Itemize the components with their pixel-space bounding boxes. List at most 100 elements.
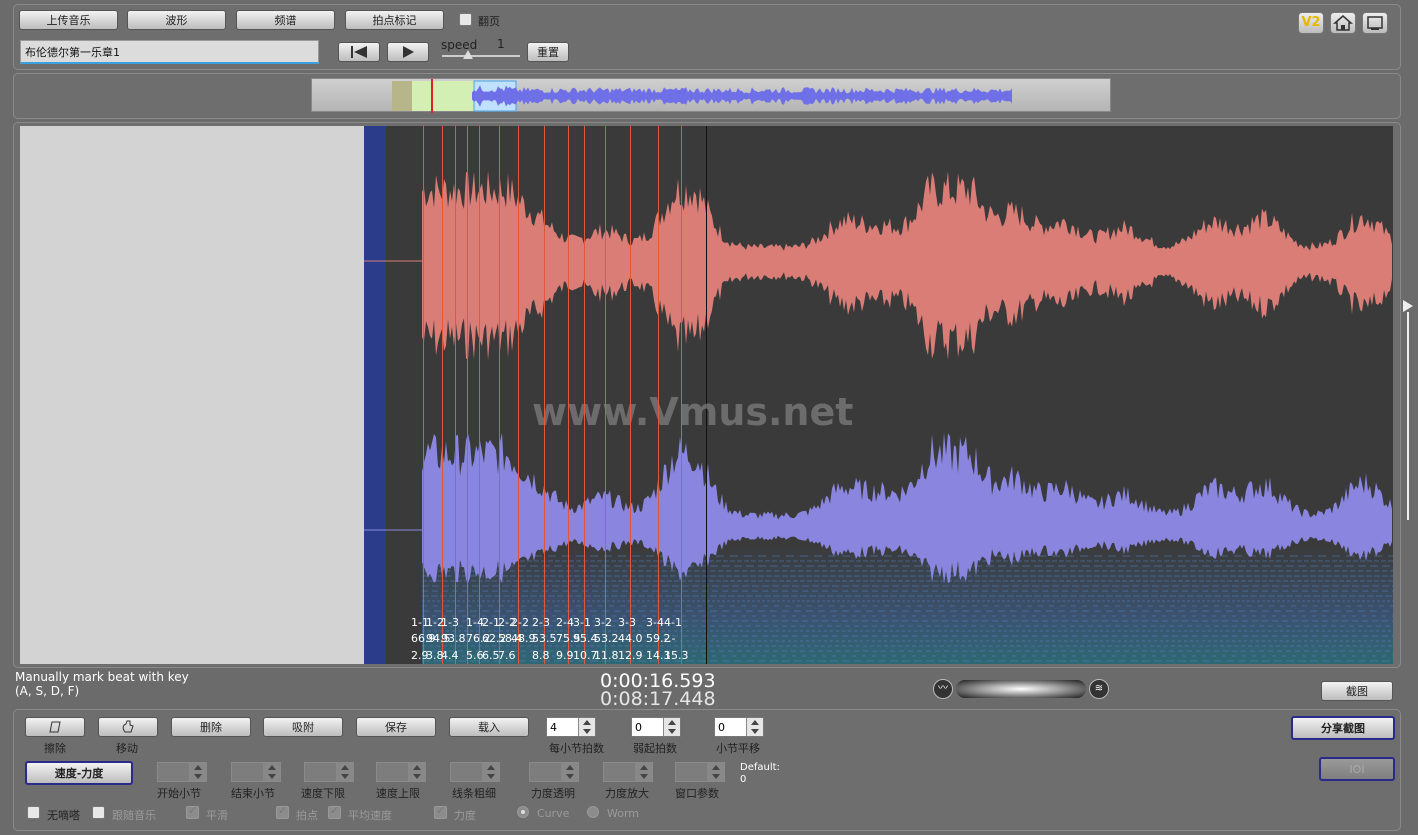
beat-line[interactable] — [658, 126, 659, 664]
beat-label: -.- — [664, 632, 676, 645]
waveform-button[interactable]: 波形 — [127, 10, 226, 30]
beats-per-bar-stepper[interactable]: 4 — [546, 717, 596, 737]
left-blank-area — [20, 126, 364, 664]
beat-label: 15.3 — [664, 649, 689, 662]
save-button[interactable]: 保存 — [356, 717, 436, 737]
load-button[interactable]: 载入 — [449, 717, 529, 737]
watermark: www.Vmus.net — [532, 390, 854, 434]
play-icon — [403, 46, 414, 58]
avg-tempo-checkbox[interactable] — [328, 804, 341, 819]
beat-label: 7.6 — [498, 649, 516, 662]
beat-label: 93.8 — [441, 632, 466, 645]
beat-mark-button[interactable]: 拍点标记 — [345, 10, 444, 30]
beat-label: 8.8 — [532, 649, 550, 662]
smooth-checkbox[interactable] — [186, 804, 199, 819]
erase-button[interactable] — [25, 717, 85, 737]
hint-line-1: Manually mark beat with key — [15, 670, 189, 684]
beat-label: 12.9 — [618, 649, 643, 662]
beat-line[interactable] — [479, 126, 480, 664]
beat-line[interactable] — [499, 126, 500, 664]
line-width-stepper[interactable] — [450, 762, 500, 782]
overview-waveform — [392, 79, 1012, 113]
eraser-icon — [49, 721, 61, 733]
waveform-zoom-out-icon[interactable]: 〰 — [933, 679, 953, 699]
move-button[interactable] — [98, 717, 158, 737]
waveform-zoom-in-icon[interactable]: ≋ — [1089, 679, 1109, 699]
vertical-scrollbar[interactable] — [1403, 300, 1413, 520]
bar-offset-label: 小节平移 — [716, 742, 760, 755]
dynamics-checkbox[interactable] — [434, 804, 447, 819]
beat-label: 6.5 — [482, 649, 500, 662]
ioi-button[interactable]: IOI — [1319, 757, 1395, 781]
dyn-zoom-label: 力度放大 — [605, 787, 649, 800]
play-button[interactable] — [387, 42, 429, 62]
zoom-slider[interactable] — [956, 680, 1086, 698]
v2-badge-text: V2 — [1301, 15, 1321, 30]
window-param-stepper[interactable] — [675, 762, 725, 782]
dyn-zoom-stepper[interactable] — [603, 762, 653, 782]
beat-line[interactable] — [455, 126, 456, 664]
start-bar-stepper[interactable] — [157, 762, 207, 782]
v2-badge[interactable]: V2 — [1298, 12, 1324, 34]
tempo-max-stepper[interactable] — [376, 762, 426, 782]
follow-music-label: 跟随音乐 — [112, 809, 156, 822]
beat-line[interactable] — [630, 126, 631, 664]
window-param-label: 窗口参数 — [675, 787, 719, 800]
beat-label: 53.5 — [532, 632, 557, 645]
curve-radio[interactable] — [517, 806, 529, 818]
line-width-label: 线条粗细 — [452, 787, 496, 800]
no-beep-label: 无嘀嗒 — [47, 809, 80, 822]
beat-label: 53.2 — [594, 632, 619, 645]
spectrum-button[interactable]: 频谱 — [236, 10, 335, 30]
screenshot-button[interactable]: 截图 — [1321, 681, 1393, 701]
beat-label: 44.0 — [618, 632, 643, 645]
dyn-transparency-stepper[interactable] — [529, 762, 579, 782]
tempo-min-label: 速度下限 — [301, 787, 345, 800]
worm-radio[interactable] — [587, 806, 599, 818]
follow-music-checkbox[interactable] — [92, 806, 105, 819]
beats-per-bar-label: 每小节拍数 — [549, 742, 604, 755]
beat-line[interactable] — [544, 126, 545, 664]
tempo-min-stepper[interactable] — [304, 762, 354, 782]
screen-icon — [1367, 16, 1383, 30]
beat-label: 1-3 — [441, 616, 459, 629]
beat-line[interactable] — [467, 126, 468, 664]
end-bar-stepper[interactable] — [231, 762, 281, 782]
fullscreen-button[interactable] — [1362, 12, 1388, 34]
rewind-button[interactable] — [338, 42, 380, 62]
beat-point-checkbox[interactable] — [276, 804, 289, 819]
beat-label: 2-3 — [532, 616, 550, 629]
zoom-control[interactable]: 〰 ≋ — [933, 678, 1111, 702]
track-name-text: 布伦德尔第一乐章1 — [25, 46, 120, 59]
beat-line[interactable] — [423, 126, 424, 664]
beat-line[interactable] — [518, 126, 519, 664]
reset-button[interactable]: 重置 — [527, 42, 569, 62]
beat-line[interactable] — [584, 126, 585, 664]
track-name-field[interactable]: 布伦德尔第一乐章1 — [20, 40, 319, 64]
upload-music-button[interactable]: 上传音乐 — [19, 10, 118, 30]
beat-line[interactable] — [605, 126, 606, 664]
scroll-thumb-icon[interactable] — [1403, 300, 1413, 312]
pickup-beats-stepper[interactable]: 0 — [631, 717, 681, 737]
no-beep-checkbox[interactable] — [27, 806, 40, 819]
page-flip-checkbox[interactable] — [459, 13, 472, 26]
beat-line[interactable] — [442, 126, 443, 664]
beat-line[interactable] — [568, 126, 569, 664]
page-flip-label: 翻页 — [478, 15, 500, 28]
move-label: 移动 — [116, 742, 138, 755]
overview-track[interactable] — [311, 78, 1111, 113]
beat-point-label: 拍点 — [296, 809, 318, 822]
share-screenshot-button[interactable]: 分享截图 — [1291, 716, 1395, 740]
speed-slider-thumb[interactable] — [463, 50, 473, 59]
bar-offset-stepper[interactable]: 0 — [714, 717, 764, 737]
end-bar-label: 结束小节 — [231, 787, 275, 800]
curve-label: Curve — [537, 807, 570, 820]
speed-slider[interactable] — [442, 50, 520, 59]
speed-value: 1 — [497, 37, 505, 51]
beat-line[interactable] — [681, 126, 682, 664]
home-button[interactable] — [1330, 12, 1356, 34]
tempo-dynamics-button[interactable]: 速度-力度 — [25, 761, 133, 785]
delete-button[interactable]: 删除 — [171, 717, 251, 737]
pickup-beats-label: 弱起拍数 — [633, 742, 677, 755]
snap-button[interactable]: 吸附 — [263, 717, 343, 737]
